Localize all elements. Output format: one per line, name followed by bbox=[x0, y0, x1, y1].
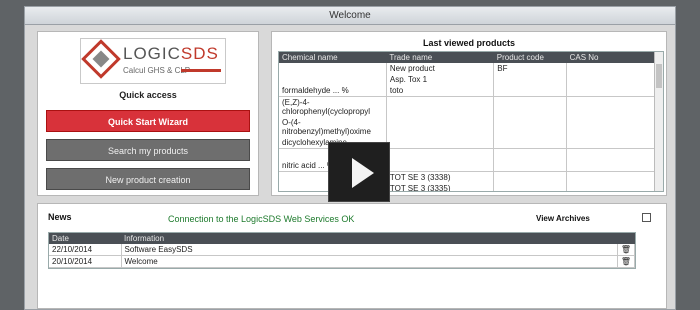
col-chemical-name[interactable]: Chemical name bbox=[279, 52, 387, 63]
news-date: 22/10/2014 bbox=[49, 244, 122, 256]
table-cell: formaldehyde ... % bbox=[279, 85, 387, 97]
quick-access-panel: LOGICSDS Calcul GHS & CLP Quick access Q… bbox=[37, 31, 259, 196]
table-cell bbox=[566, 171, 663, 183]
trash-icon[interactable]: 🗑 bbox=[617, 244, 636, 256]
quick-access-title: Quick access bbox=[119, 90, 177, 100]
table-cell bbox=[566, 117, 663, 137]
news-title: News bbox=[48, 212, 72, 222]
table-cell bbox=[279, 74, 387, 85]
table-cell bbox=[493, 96, 568, 117]
table-row[interactable]: O-(4-nitrobenzyl)methyl)oxime bbox=[279, 117, 663, 137]
table-cell: TOT SE 3 (3335) bbox=[386, 182, 495, 191]
table-row[interactable]: (E,Z)-4-chlorophenyl(cyclopropyl bbox=[279, 96, 663, 117]
news-information: Welcome bbox=[121, 255, 618, 268]
vertical-scrollbar[interactable] bbox=[654, 52, 663, 191]
table-cell bbox=[493, 74, 568, 85]
table-cell bbox=[566, 159, 663, 172]
table-cell bbox=[493, 148, 568, 160]
table-cell: TOT SE 3 (3338) bbox=[386, 171, 495, 183]
table-row[interactable]: formaldehyde ... % toto bbox=[279, 85, 663, 97]
table-cell bbox=[493, 159, 568, 172]
table-cell bbox=[566, 96, 663, 117]
new-product-button[interactable]: New product creation bbox=[46, 168, 250, 190]
search-products-button[interactable]: Search my products bbox=[46, 139, 250, 161]
col-date[interactable]: Date bbox=[49, 233, 121, 244]
table-cell bbox=[493, 137, 568, 149]
play-icon[interactable] bbox=[328, 142, 390, 202]
table-cell bbox=[386, 96, 495, 117]
logo-brand-main: LOGIC bbox=[123, 44, 181, 63]
news-row[interactable]: 20/10/2014 Welcome 🗑 bbox=[49, 255, 636, 268]
news-row[interactable]: 22/10/2014 Software EasySDS 🗑 bbox=[49, 244, 636, 256]
table-cell: (E,Z)-4-chlorophenyl(cyclopropyl bbox=[279, 96, 387, 117]
col-information[interactable]: Information bbox=[121, 233, 618, 244]
table-cell bbox=[493, 171, 568, 183]
news-information: Software EasySDS bbox=[121, 244, 618, 256]
logo-brand-accent: SDS bbox=[180, 44, 219, 63]
table-cell bbox=[493, 117, 568, 137]
logo-stripe bbox=[181, 69, 221, 72]
table-cell: Asp. Tox 1 bbox=[386, 74, 495, 85]
table-cell bbox=[566, 137, 663, 149]
table-cell bbox=[566, 74, 663, 85]
connection-status: Connection to the LogicSDS Web Services … bbox=[168, 214, 355, 224]
table-cell bbox=[566, 85, 663, 97]
table-cell bbox=[493, 85, 568, 97]
news-panel: News Connection to the LogicSDS Web Serv… bbox=[37, 203, 667, 309]
table-cell bbox=[386, 137, 495, 149]
window-title: Welcome bbox=[25, 7, 675, 25]
table-cell bbox=[386, 159, 495, 172]
scrollbar-thumb[interactable] bbox=[656, 64, 662, 88]
table-cell: O-(4-nitrobenzyl)methyl)oxime bbox=[279, 117, 387, 137]
last-viewed-title: Last viewed products bbox=[422, 38, 516, 48]
logo-mark-icon bbox=[81, 39, 121, 79]
table-cell: toto bbox=[386, 85, 495, 97]
table-cell bbox=[386, 148, 495, 160]
table-cell bbox=[386, 117, 495, 137]
news-table: Date Information 22/10/2014 Software Easy… bbox=[48, 232, 636, 269]
col-trade-name[interactable]: Trade name bbox=[386, 52, 494, 63]
table-row[interactable]: Asp. Tox 1 bbox=[279, 74, 663, 85]
table-cell: BF bbox=[493, 63, 568, 74]
view-archives-checkbox[interactable] bbox=[642, 213, 651, 222]
news-date: 20/10/2014 bbox=[49, 255, 122, 268]
col-cas-no[interactable]: CAS No bbox=[566, 52, 663, 63]
trash-icon[interactable]: 🗑 bbox=[617, 255, 636, 268]
table-row[interactable]: New product BF bbox=[279, 63, 663, 74]
quick-start-wizard-button[interactable]: Quick Start Wizard bbox=[46, 110, 250, 132]
table-cell bbox=[566, 63, 663, 74]
table-cell bbox=[279, 63, 387, 74]
table-cell bbox=[566, 148, 663, 160]
col-product-code[interactable]: Product code bbox=[493, 52, 567, 63]
logicsds-logo: LOGICSDS Calcul GHS & CLP bbox=[80, 38, 226, 84]
table-cell: New product bbox=[386, 63, 495, 74]
view-archives-label[interactable]: View Archives bbox=[536, 214, 590, 223]
table-cell bbox=[566, 182, 663, 191]
table-cell bbox=[493, 182, 568, 191]
